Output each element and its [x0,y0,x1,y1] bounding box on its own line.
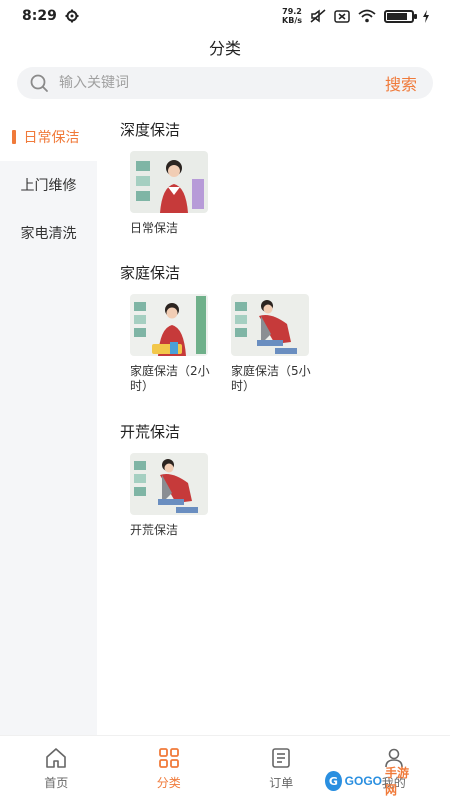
search-icon [30,74,48,92]
watermark-text: GOGO [344,774,382,788]
net-speed-unit: KB/s [282,16,302,25]
net-speed-value: 79.2 [282,7,302,16]
no-sim-icon [334,9,350,23]
tab-category[interactable]: 分类 [113,736,226,800]
status-bar: 8:29 79.2 KB/s [0,0,450,32]
search-button[interactable]: 搜索 [385,71,417,95]
service-card[interactable]: 日常保洁 [130,151,210,236]
service-thumbnail [130,294,208,356]
mute-icon [310,9,326,23]
section-title-deep-cleaning: 深度保洁 [120,121,181,139]
sidebar-item-label: 上门维修 [20,178,77,194]
status-time: 8:29 [22,8,57,24]
wifi-icon [358,9,376,23]
search-bar[interactable]: 搜索 [17,67,433,99]
service-card[interactable]: 家庭保洁（2小时） [130,294,210,394]
status-left: 8:29 [22,8,79,24]
home-icon [46,747,67,768]
watermark-logo: G GOGO 手游网 [325,766,415,797]
battery-icon [384,9,417,23]
category-sidebar: 日常保洁 上门维修 家电清洗 [0,113,97,735]
category-icon [158,747,179,768]
sidebar-item-appliance-cleaning[interactable]: 家电清洗 [0,209,97,257]
tab-home[interactable]: 首页 [0,736,113,800]
sidebar-item-daily-cleaning[interactable]: 日常保洁 [0,113,97,161]
sidebar-item-label: 家电清洗 [20,226,77,242]
order-icon [272,747,291,768]
page-title: 分类 [208,39,241,58]
service-label: 家庭保洁（5小时） [231,364,311,393]
status-right: 79.2 KB/s [282,7,430,25]
tab-label: 首页 [44,775,69,790]
charging-icon [423,9,429,23]
tab-order[interactable]: 订单 [225,736,338,800]
service-card[interactable]: 家庭保洁（5小时） [231,294,311,394]
page-header: 分类 [0,32,450,62]
service-card[interactable]: 开荒保洁 [130,453,210,538]
service-label: 家庭保洁（2小时） [130,364,210,393]
service-label: 开荒保洁 [130,523,179,537]
sidebar-item-home-repair[interactable]: 上门维修 [0,161,97,209]
service-thumbnail [130,453,208,515]
sidebar-item-label: 日常保洁 [23,130,80,146]
search-input[interactable] [59,75,385,91]
battery-fill [387,12,407,20]
section-title-home-cleaning: 家庭保洁 [120,264,181,282]
section-title-post-renovation-cleaning: 开荒保洁 [120,423,181,441]
category-content: 深度保洁 日常保洁 家庭保洁 家庭保洁（2小时） 家庭保洁（5小时） 开荒保洁 … [97,113,450,735]
service-thumbnail [231,294,309,356]
service-thumbnail [130,151,208,213]
settings-gear-icon [65,9,79,23]
watermark-icon: G [325,771,342,791]
net-speed: 79.2 KB/s [282,7,302,25]
watermark-text-2: 手游网 [385,766,410,797]
tab-label: 订单 [269,775,294,790]
service-label: 日常保洁 [130,221,179,235]
tab-label: 分类 [156,775,181,790]
